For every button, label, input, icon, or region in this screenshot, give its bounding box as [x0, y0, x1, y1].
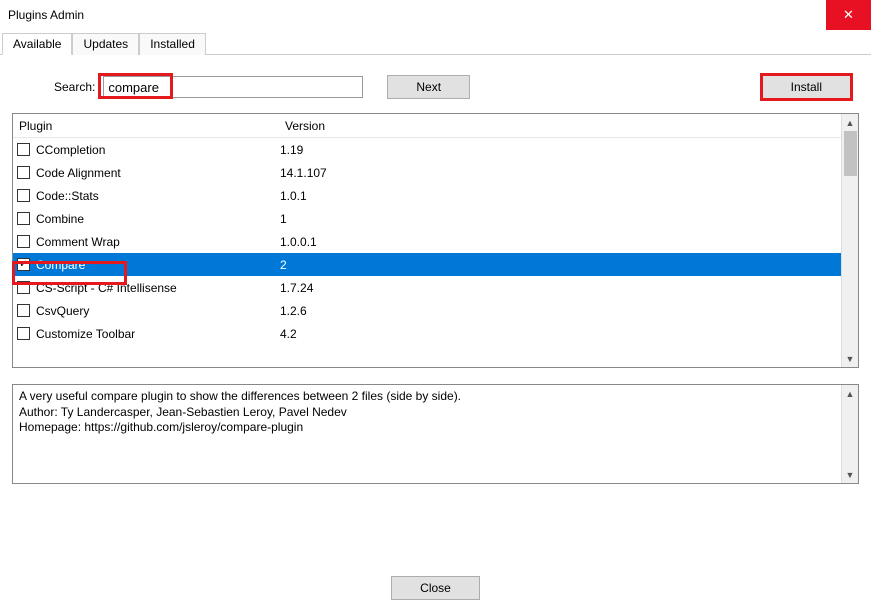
- table-row[interactable]: Code Alignment14.1.107: [13, 161, 841, 184]
- plugin-name: CS-Script - C# Intellisense: [36, 281, 280, 295]
- plugin-name: CCompletion: [36, 143, 280, 157]
- window-title: Plugins Admin: [8, 8, 84, 22]
- scrollbar[interactable]: ▲ ▼: [841, 385, 858, 483]
- close-icon: ✕: [843, 7, 854, 23]
- checkbox[interactable]: [17, 212, 30, 225]
- search-input[interactable]: [103, 76, 363, 98]
- plugin-list: Plugin Version CCompletion1.19Code Align…: [12, 113, 859, 368]
- close-button[interactable]: Close: [391, 576, 480, 600]
- checkbox[interactable]: ✓: [17, 258, 30, 271]
- checkbox[interactable]: [17, 235, 30, 248]
- table-row[interactable]: CCompletion1.19: [13, 138, 841, 161]
- scroll-down-icon[interactable]: ▼: [842, 466, 858, 483]
- search-row: Search: Next Install: [0, 55, 871, 113]
- table-row[interactable]: CsvQuery1.2.6: [13, 299, 841, 322]
- titlebar: Plugins Admin ✕: [0, 0, 871, 30]
- plugin-name: Customize Toolbar: [36, 327, 280, 341]
- scroll-up-icon[interactable]: ▲: [842, 385, 858, 402]
- checkbox[interactable]: [17, 327, 30, 340]
- checkbox[interactable]: [17, 189, 30, 202]
- list-header: Plugin Version: [13, 114, 841, 138]
- tab-bar: Available Updates Installed: [0, 32, 871, 55]
- plugin-version: 2: [280, 258, 287, 272]
- scroll-down-icon[interactable]: ▼: [842, 350, 858, 367]
- bottom-bar: Close: [0, 576, 871, 600]
- col-header-plugin[interactable]: Plugin: [13, 119, 279, 133]
- description-text: A very useful compare plugin to show the…: [13, 385, 841, 483]
- plugin-name: CsvQuery: [36, 304, 280, 318]
- table-row[interactable]: CS-Script - C# Intellisense1.7.24: [13, 276, 841, 299]
- plugin-name: Compare: [36, 258, 280, 272]
- checkbox[interactable]: [17, 166, 30, 179]
- checkbox[interactable]: [17, 143, 30, 156]
- plugin-version: 1.2.6: [280, 304, 307, 318]
- search-label: Search:: [54, 80, 95, 94]
- tab-updates[interactable]: Updates: [72, 33, 139, 55]
- table-row[interactable]: Combine1: [13, 207, 841, 230]
- plugin-name: Comment Wrap: [36, 235, 280, 249]
- window-close-button[interactable]: ✕: [826, 0, 871, 30]
- tab-installed[interactable]: Installed: [139, 33, 206, 55]
- next-button[interactable]: Next: [387, 75, 470, 99]
- plugin-name: Code Alignment: [36, 166, 280, 180]
- scroll-up-icon[interactable]: ▲: [842, 114, 858, 131]
- plugin-version: 1: [280, 212, 287, 226]
- table-row[interactable]: ✓ Compare2: [13, 253, 841, 276]
- install-button[interactable]: Install: [762, 75, 851, 99]
- plugin-version: 1.7.24: [280, 281, 313, 295]
- plugin-name: Combine: [36, 212, 280, 226]
- scroll-thumb[interactable]: [844, 131, 857, 176]
- plugin-version: 1.0.0.1: [280, 235, 317, 249]
- plugin-version: 1.0.1: [280, 189, 307, 203]
- checkbox[interactable]: [17, 304, 30, 317]
- tab-available[interactable]: Available: [2, 33, 72, 55]
- checkbox[interactable]: [17, 281, 30, 294]
- table-row[interactable]: Comment Wrap1.0.0.1: [13, 230, 841, 253]
- col-header-version[interactable]: Version: [279, 119, 841, 133]
- plugin-version: 4.2: [280, 327, 297, 341]
- table-row[interactable]: Customize Toolbar4.2: [13, 322, 841, 345]
- plugin-version: 14.1.107: [280, 166, 327, 180]
- plugin-version: 1.19: [280, 143, 303, 157]
- description-box: A very useful compare plugin to show the…: [12, 384, 859, 484]
- scrollbar[interactable]: ▲ ▼: [841, 114, 858, 367]
- plugin-name: Code::Stats: [36, 189, 280, 203]
- table-row[interactable]: Code::Stats1.0.1: [13, 184, 841, 207]
